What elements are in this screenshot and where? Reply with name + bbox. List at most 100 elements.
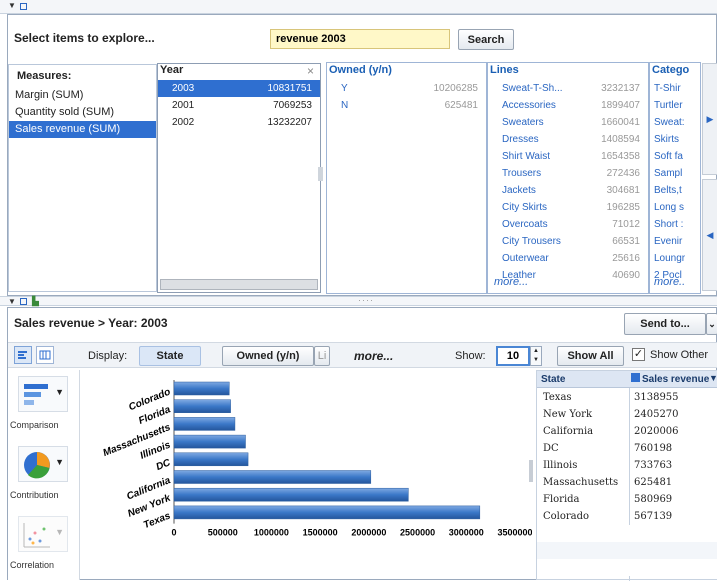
chart-view-button[interactable] xyxy=(14,346,32,364)
collapse-arrow-icon[interactable]: ▼ xyxy=(8,297,16,306)
table-view-button[interactable] xyxy=(36,346,54,364)
show-other-checkbox[interactable]: ✓ xyxy=(632,348,645,361)
show-all-button[interactable]: Show All xyxy=(557,346,624,366)
search-button[interactable]: Search xyxy=(458,29,514,50)
splitter-grip[interactable]: ···· xyxy=(358,295,374,305)
table-row[interactable]: Massachusetts 625481 xyxy=(537,474,717,491)
category-row[interactable]: Long s xyxy=(650,199,700,216)
measure-item[interactable]: Quantity sold (SUM) xyxy=(9,104,156,121)
category-row[interactable]: Belts,t xyxy=(650,182,700,199)
table-icon xyxy=(39,350,51,360)
scroll-left-button[interactable]: ◀ xyxy=(702,179,717,291)
display-state-button[interactable]: State xyxy=(139,346,201,366)
year-row[interactable]: 2002 13232207 xyxy=(158,114,320,131)
owned-panel: Owned (y/n) Y 10206285 N 625481 xyxy=(326,62,487,294)
scroll-right-button[interactable]: ▶ xyxy=(702,63,717,175)
send-to-dropdown[interactable]: ⌄ xyxy=(706,313,717,335)
revenue-cell: 625481 xyxy=(634,477,673,488)
panel-toggle-icon[interactable] xyxy=(20,3,27,10)
category-row[interactable]: Sweat: xyxy=(650,114,700,131)
dropdown-arrow-icon[interactable]: ▼ xyxy=(55,527,64,537)
category-row[interactable]: Evenir xyxy=(650,233,700,250)
category-row[interactable]: Short : xyxy=(650,216,700,233)
chart-bar[interactable] xyxy=(173,434,246,449)
chart-bar[interactable] xyxy=(173,452,249,467)
x-tick-label: 3000000 xyxy=(449,528,484,538)
display-toolbar: Display: State Owned (y/n) Li more... Sh… xyxy=(8,342,717,368)
category-row[interactable]: Skirts xyxy=(650,131,700,148)
category-row[interactable]: Turtler xyxy=(650,97,700,114)
comparison-chart-button[interactable]: ▼ xyxy=(18,376,68,412)
category-row[interactable]: T-Shir xyxy=(650,80,700,97)
year-row[interactable]: 2003 10831751 xyxy=(158,80,320,97)
chart-bar[interactable] xyxy=(173,417,236,431)
display-more-link[interactable]: more... xyxy=(354,349,393,363)
show-count-input[interactable] xyxy=(496,346,530,366)
send-to-button[interactable]: Send to... xyxy=(624,313,706,335)
horizontal-scrollbar[interactable] xyxy=(160,279,318,290)
lines-row[interactable]: City Skirts 196285 xyxy=(488,199,648,216)
sort-desc-icon[interactable]: ▼ xyxy=(709,373,717,383)
lines-row[interactable]: Outerwear 25616 xyxy=(488,250,648,267)
column-header-revenue[interactable]: Sales revenue xyxy=(642,374,709,385)
lines-row[interactable]: City Trousers 66531 xyxy=(488,233,648,250)
chart-bar[interactable] xyxy=(173,505,481,520)
show-count-stepper[interactable]: ▲ ▼ xyxy=(530,346,542,366)
contribution-chart-button[interactable]: ▼ xyxy=(18,446,68,482)
panel-toggle-icon[interactable] xyxy=(20,298,27,305)
correlation-chart-button[interactable]: ▼ xyxy=(18,516,68,552)
lines-row[interactable]: Jackets 304681 xyxy=(488,182,648,199)
table-row[interactable]: DC 760198 xyxy=(537,440,717,457)
lines-row[interactable]: Sweat-T-Sh... 3232137 xyxy=(488,80,648,97)
table-row[interactable]: Texas 3138955 xyxy=(537,389,717,406)
lines-row[interactable]: Dresses 1408594 xyxy=(488,131,648,148)
stepper-up-icon[interactable]: ▲ xyxy=(531,347,541,356)
display-owned-button[interactable]: Owned (y/n) xyxy=(222,346,314,366)
explore-panel: Select items to explore... Search Measur… xyxy=(7,14,717,296)
measure-item[interactable]: Margin (SUM) xyxy=(9,87,156,104)
state-cell: Colorado xyxy=(543,511,590,522)
table-row[interactable]: Colorado 567139 xyxy=(537,508,717,525)
table-row[interactable]: New York 2405270 xyxy=(537,406,717,423)
chart-bar[interactable] xyxy=(173,470,372,484)
lines-row[interactable]: Overcoats 71012 xyxy=(488,216,648,233)
lines-row[interactable]: Trousers 272436 xyxy=(488,165,648,182)
owned-row[interactable]: Y 10206285 xyxy=(327,80,486,97)
table-row[interactable]: Florida 580969 xyxy=(537,491,717,508)
state-cell: DC xyxy=(543,443,559,454)
category-row[interactable]: Sampl xyxy=(650,165,700,182)
dropdown-arrow-icon[interactable]: ▼ xyxy=(55,457,64,467)
measure-item-selected[interactable]: Sales revenue (SUM) xyxy=(9,121,156,138)
dropdown-arrow-icon[interactable]: ▼ xyxy=(55,387,64,397)
x-tick-label: 2500000 xyxy=(400,528,435,538)
column-header-state[interactable]: State xyxy=(541,374,565,385)
panel-splitter[interactable]: ▼ ▙ ···· xyxy=(0,295,717,307)
category-more-link[interactable]: more.. xyxy=(654,276,685,288)
lines-more-link[interactable]: more... xyxy=(494,276,528,288)
measures-title: Measures: xyxy=(17,70,72,82)
resize-grip[interactable] xyxy=(318,167,323,181)
lines-row[interactable]: Accessories 1899407 xyxy=(488,97,648,114)
chart-toggle-icon[interactable]: ▙ xyxy=(32,296,39,307)
table-row[interactable]: California 2020006 xyxy=(537,423,717,440)
year-row[interactable]: 2001 7069253 xyxy=(158,97,320,114)
lines-row[interactable]: Sweaters 1660041 xyxy=(488,114,648,131)
table-row[interactable]: Illinois 733763 xyxy=(537,457,717,474)
chart-bar[interactable] xyxy=(173,381,230,396)
chart-bar[interactable] xyxy=(173,487,409,502)
close-icon[interactable]: × xyxy=(307,64,314,78)
search-input[interactable] xyxy=(270,29,450,49)
category-label: Texas xyxy=(142,510,172,531)
category-row[interactable]: Soft fa xyxy=(650,148,700,165)
display-lines-button[interactable]: Li xyxy=(314,346,330,366)
bar-chart-icon xyxy=(18,351,27,359)
collapse-arrow-icon[interactable]: ▼ xyxy=(8,1,16,10)
resize-grip[interactable] xyxy=(529,460,533,482)
revenue-cell: 2405270 xyxy=(634,409,679,420)
x-tick-label: 1500000 xyxy=(303,528,338,538)
owned-row[interactable]: N 625481 xyxy=(327,97,486,114)
chart-bar[interactable] xyxy=(173,399,231,413)
stepper-down-icon[interactable]: ▼ xyxy=(531,356,541,365)
category-row[interactable]: Loungr xyxy=(650,250,700,267)
lines-row[interactable]: Shirt Waist 1654358 xyxy=(488,148,648,165)
